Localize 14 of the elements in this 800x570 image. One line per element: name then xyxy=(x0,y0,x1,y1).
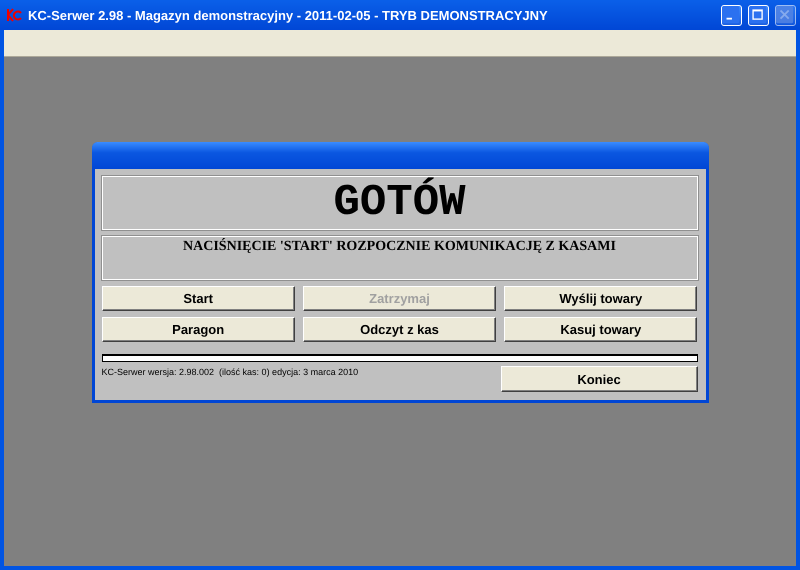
dialog-button[interactable]: Wyślij towary xyxy=(504,286,698,311)
dialog-button[interactable]: Paragon xyxy=(102,317,295,342)
version-text: KC-Serwer wersja: 2.98.002 (ilość kas: 0) edycja: 3 marca 2010 xyxy=(102,367,358,377)
app-logo-icon xyxy=(6,7,22,23)
close-icon[interactable] xyxy=(775,4,796,26)
message-text: NACIŚNIĘCIE 'START' ROZPOCZNIE KOMUNIKACJĘ Z KASAMI xyxy=(183,239,616,256)
dialog-button[interactable]: Kasuj towary xyxy=(504,317,698,342)
window-title: KC-Serwer 2.98 - Magazyn demonstracyjny - 2011-02-05 - TRYB DEMONSTRACYJNY xyxy=(28,8,549,22)
dialog-button[interactable]: Koniec xyxy=(500,366,698,392)
minimize-icon[interactable] xyxy=(721,4,742,26)
status-text: GOTÓW xyxy=(333,178,466,228)
dialog-button[interactable]: Odczyt z kas xyxy=(302,317,496,342)
maximize-icon[interactable] xyxy=(748,4,769,26)
dialog-button[interactable]: Start xyxy=(102,286,295,311)
